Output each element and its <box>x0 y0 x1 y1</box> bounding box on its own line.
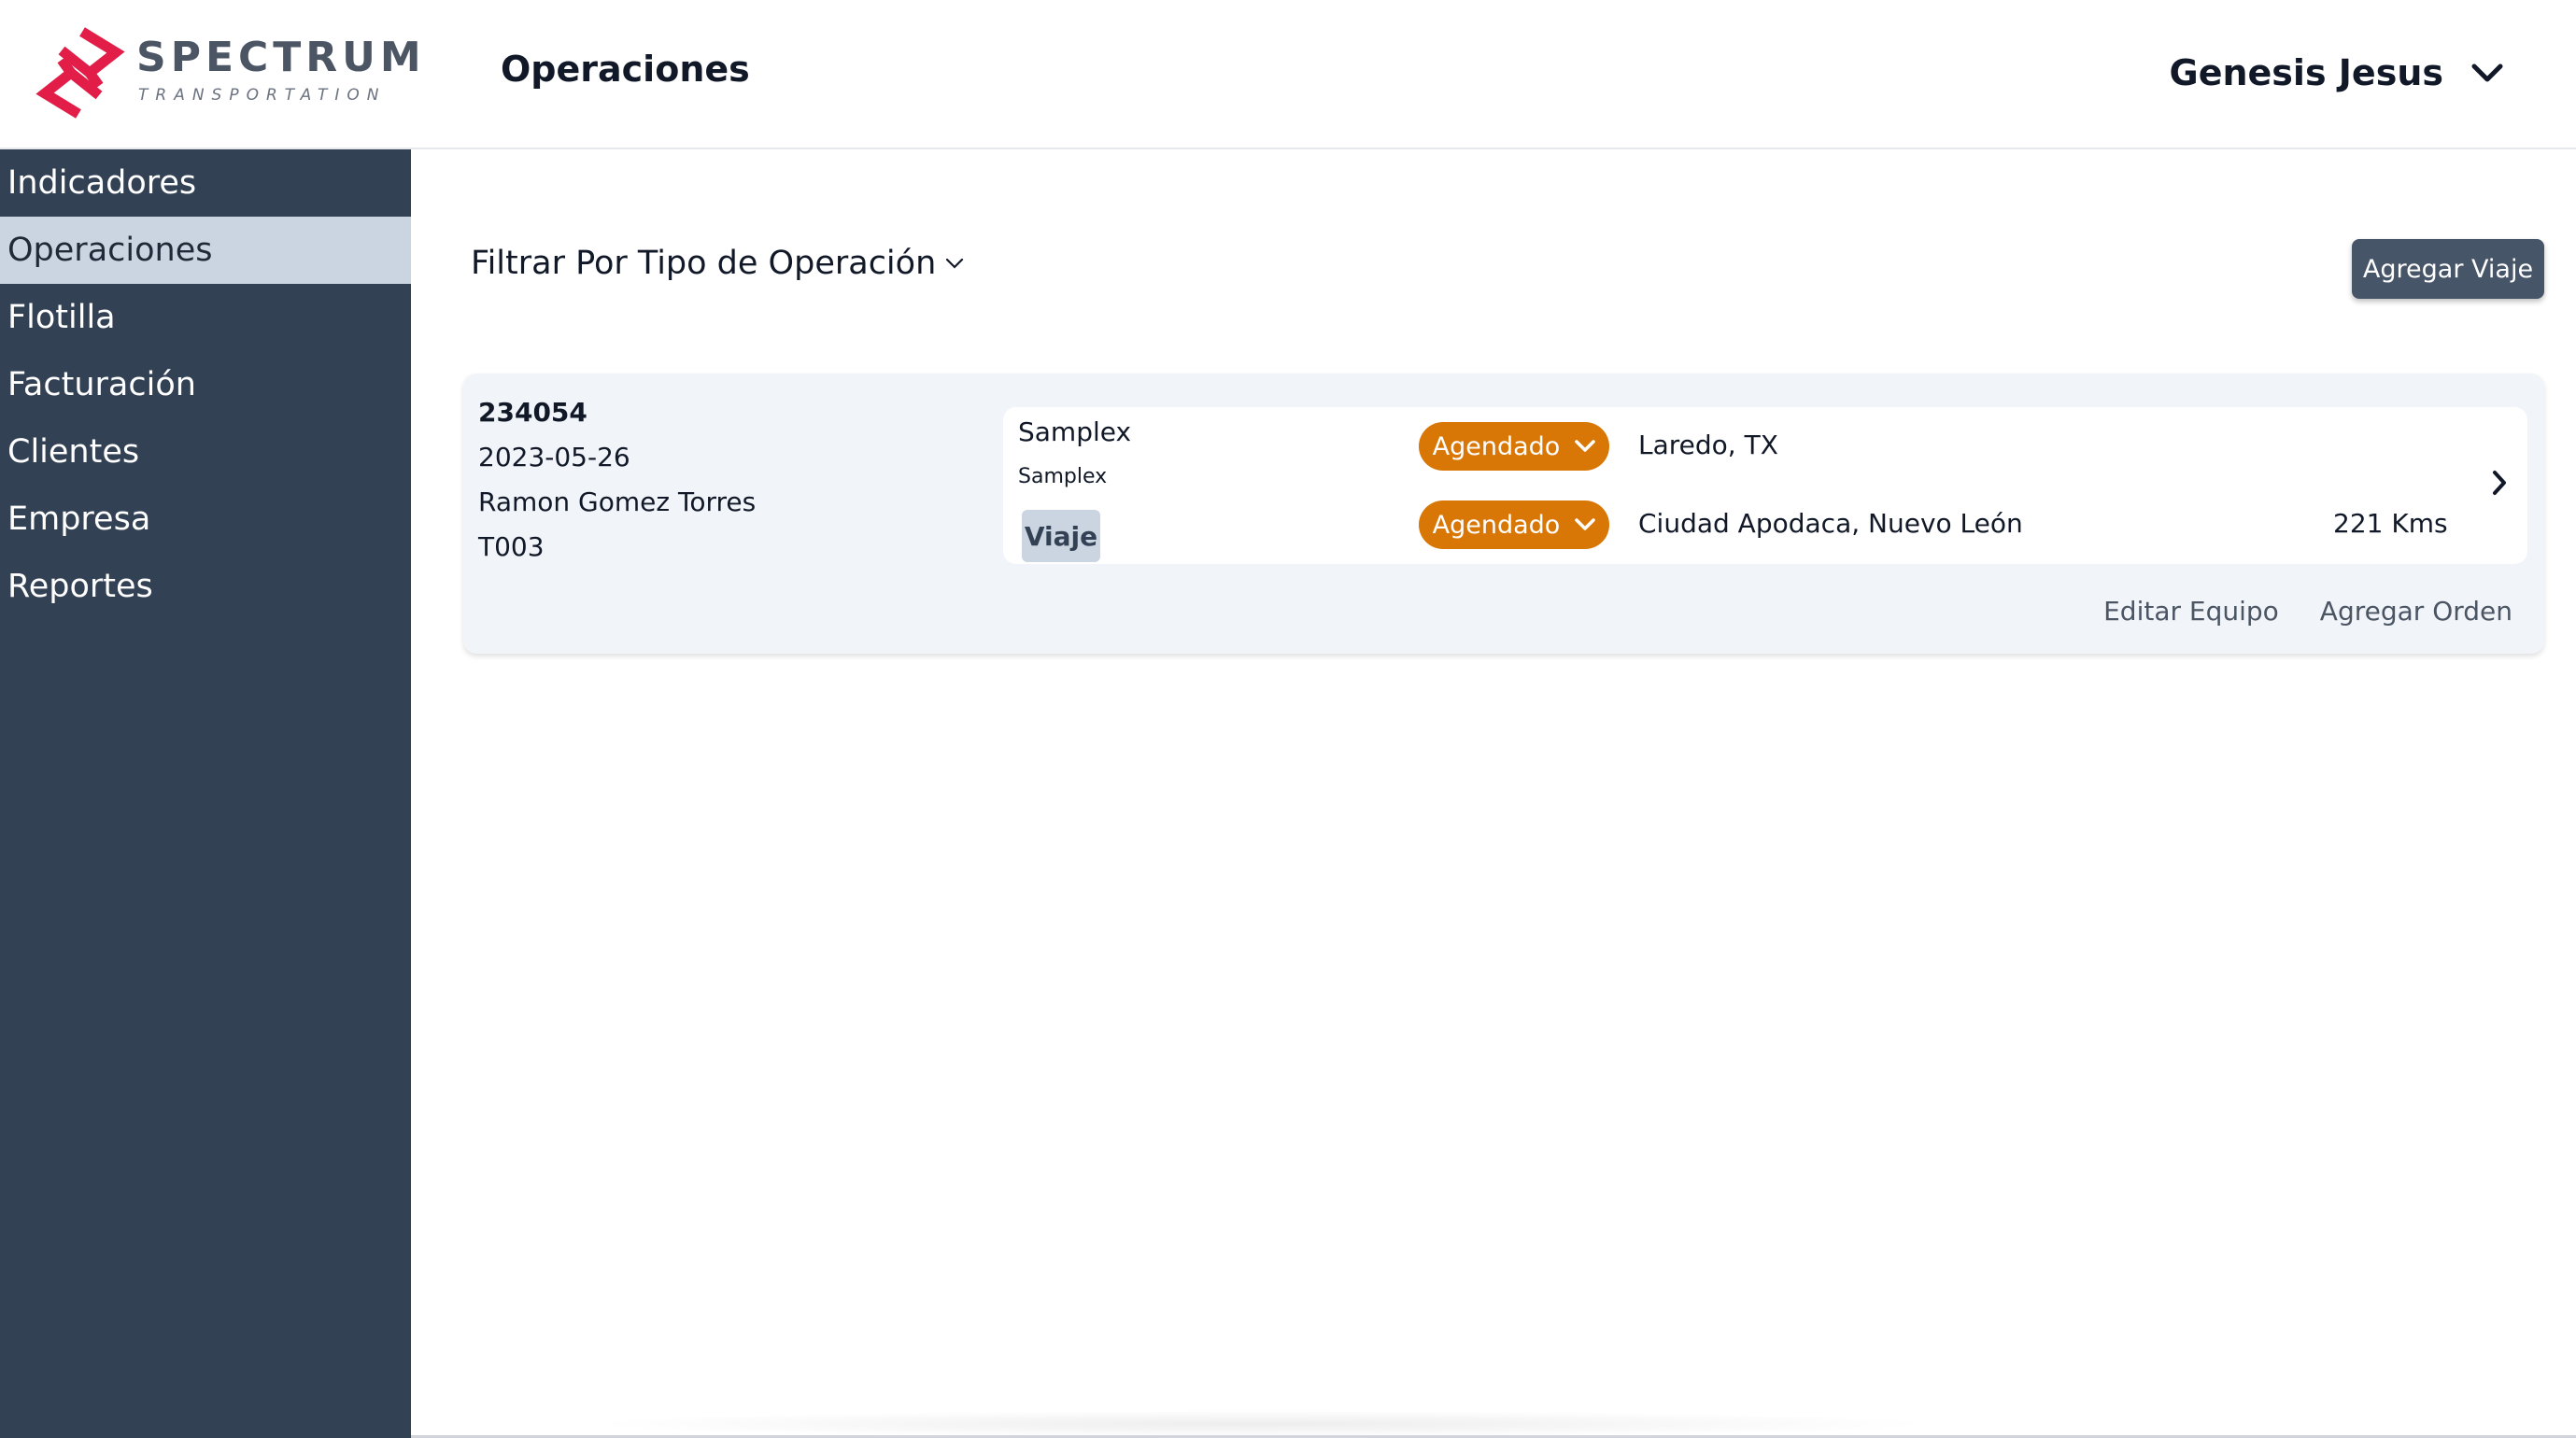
chevron-down-icon <box>1575 440 1596 452</box>
client-secondary-name: Samplex <box>1018 465 1108 488</box>
destination-status-dropdown[interactable]: Agendado <box>1419 500 1609 549</box>
sidebar: Indicadores Operaciones Flotilla Factura… <box>0 149 411 1438</box>
page-title: Operaciones <box>501 49 750 90</box>
scroll-shadow <box>579 1410 1943 1438</box>
sidebar-item-empresa[interactable]: Empresa <box>0 486 411 553</box>
chevron-down-icon[interactable] <box>2471 63 2503 83</box>
sidebar-item-facturacion[interactable]: Facturación <box>0 351 411 418</box>
chevron-right-icon[interactable] <box>2490 469 2509 497</box>
destination-status-label: Agendado <box>1432 510 1561 540</box>
origin-status-dropdown[interactable]: Agendado <box>1419 422 1609 471</box>
brand-name: SPECTRUM <box>136 34 426 81</box>
add-order-link[interactable]: Agregar Orden <box>2320 596 2512 627</box>
trip-driver: Ramon Gomez Torres <box>478 486 757 517</box>
spectrum-logo-icon <box>35 27 125 119</box>
trip-card: 234054 2023-05-26 Ramon Gomez Torres T00… <box>463 374 2544 654</box>
trip-actions: Editar Equipo Agregar Orden <box>2103 596 2512 627</box>
destination-location: Ciudad Apodaca, Nuevo León <box>1638 508 2023 539</box>
user-menu[interactable]: Genesis Jesus <box>2170 47 2503 99</box>
trip-date: 2023-05-26 <box>478 442 630 472</box>
trip-distance: 221 Kms <box>2333 508 2448 539</box>
trip-truck: T003 <box>478 531 545 562</box>
add-trip-button[interactable]: Agregar Viaje <box>2352 239 2544 299</box>
spectrum-logo[interactable]: SPECTRUM TRANSPORTATION <box>34 24 421 121</box>
brand-tagline: TRANSPORTATION <box>138 86 387 105</box>
sidebar-item-indicadores[interactable]: Indicadores <box>0 149 411 217</box>
origin-status-label: Agendado <box>1432 431 1561 461</box>
chevron-down-icon <box>946 258 964 269</box>
sidebar-item-clientes[interactable]: Clientes <box>0 418 411 486</box>
trip-type-badge: Viaje <box>1022 510 1100 562</box>
operation-type-filter[interactable]: Filtrar Por Tipo de Operación <box>471 245 964 282</box>
edit-equipment-link[interactable]: Editar Equipo <box>2103 596 2279 627</box>
trip-summary: 234054 2023-05-26 Ramon Gomez Torres T00… <box>478 394 756 573</box>
sidebar-item-reportes[interactable]: Reportes <box>0 553 411 620</box>
chevron-down-icon <box>1575 518 1596 530</box>
origin-location: Laredo, TX <box>1638 430 1778 460</box>
trip-route-panel: Samplex Samplex Viaje Agendado Laredo, T… <box>1003 407 2527 564</box>
trip-id[interactable]: 234054 <box>478 394 756 439</box>
user-name: Genesis Jesus <box>2169 52 2443 93</box>
filter-label: Filtrar Por Tipo de Operación <box>471 245 937 282</box>
top-header: SPECTRUM TRANSPORTATION Operaciones Gene… <box>0 0 2576 149</box>
client-name: Samplex <box>1018 416 1132 447</box>
sidebar-item-flotilla[interactable]: Flotilla <box>0 284 411 351</box>
sidebar-item-operaciones[interactable]: Operaciones <box>0 217 411 284</box>
